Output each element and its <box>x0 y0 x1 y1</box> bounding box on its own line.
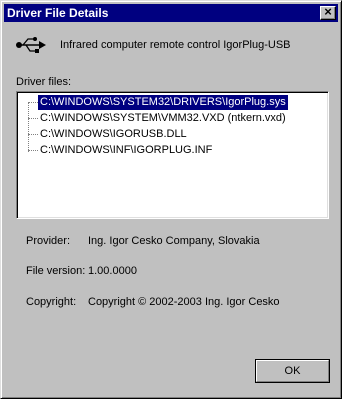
provider-value: Ing. Igor Cesko Company, Slovakia <box>88 235 260 247</box>
file-version-value: 1.00.0000 <box>88 265 137 277</box>
tree-connector-line <box>28 102 29 152</box>
driver-files-list[interactable]: C:\WINDOWS\SYSTEM32\DRIVERS\IgorPlug.sys… <box>16 91 329 219</box>
copyright-label: Copyright: <box>26 296 77 308</box>
driver-file-path: C:\WINDOWS\SYSTEM32\DRIVERS\IgorPlug.sys <box>38 95 288 110</box>
window-title: Driver File Details <box>7 6 109 20</box>
device-name: Infrared computer remote control IgorPlu… <box>60 39 291 51</box>
tree-branch <box>28 150 38 151</box>
driver-file-path: C:\WINDOWS\INF\IGORPLUG.INF <box>40 144 213 156</box>
close-button[interactable]: × <box>320 4 336 20</box>
copyright-value: Copyright © 2002-2003 Ing. Igor Cesko <box>88 296 280 308</box>
close-icon: × <box>324 4 332 19</box>
ok-button-label: OK <box>256 360 329 382</box>
driver-file-details-dialog: Driver File Details × Infrared computer … <box>0 0 342 399</box>
title-bar[interactable]: Driver File Details × <box>4 4 338 22</box>
file-version-label: File version: <box>26 265 86 277</box>
driver-file-path: C:\WINDOWS\SYSTEM\VMM32.VXD (ntkern.vxd) <box>40 112 286 124</box>
usb-icon <box>16 37 46 53</box>
provider-label: Provider: <box>26 235 71 247</box>
ok-button[interactable]: OK <box>255 359 330 383</box>
tree-branch <box>28 118 38 119</box>
driver-files-label: Driver files: <box>16 76 72 88</box>
tree-branch <box>28 134 38 135</box>
tree-branch <box>28 102 38 103</box>
driver-file-path: C:\WINDOWS\IGORUSB.DLL <box>40 128 187 140</box>
